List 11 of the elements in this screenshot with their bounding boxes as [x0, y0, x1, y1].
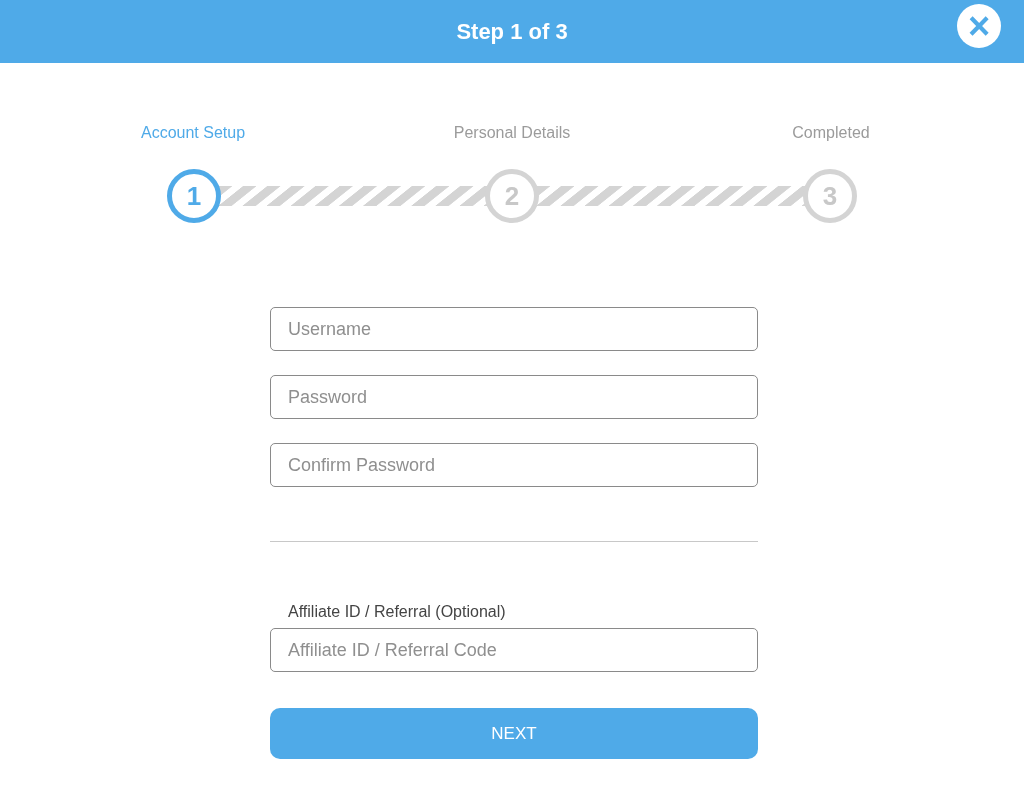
close-button[interactable]: × — [957, 4, 1001, 48]
input-field[interactable]: Affiliate ID / Referral Code — [270, 628, 758, 672]
step-label: Completed — [791, 123, 871, 143]
affiliate-label: Affiliate ID / Referral (Optional) — [288, 602, 507, 622]
input-field[interactable]: Confirm Password — [270, 443, 758, 487]
next-button[interactable]: NEXT — [270, 708, 758, 759]
step-label: Account Setup — [139, 123, 247, 143]
input-field[interactable]: Username — [270, 307, 758, 351]
step-label: Personal Details — [452, 123, 572, 143]
step-title: Step 1 of 3 — [456, 18, 568, 46]
input-field[interactable]: Password — [270, 375, 758, 419]
